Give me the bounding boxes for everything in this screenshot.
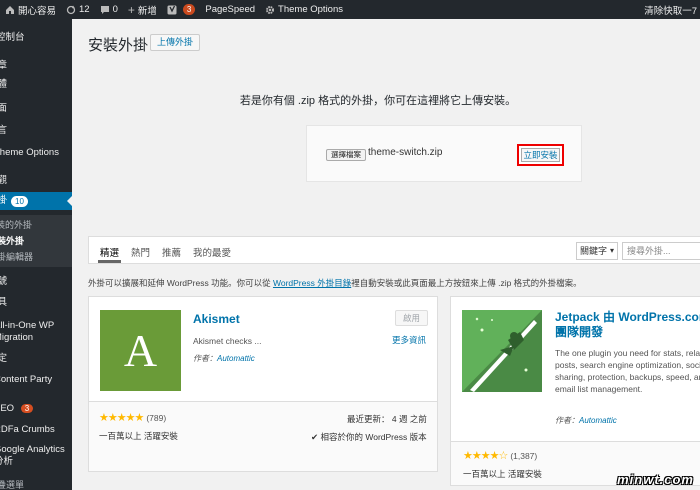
plugin-search-input[interactable]: 搜尋外掛... [622,242,700,260]
yoast-count-badge: 3 [182,4,196,15]
gear-icon [266,5,275,14]
yoast-seo-link[interactable]: 3 [162,0,200,19]
rating-stars: ★★★★☆ (1,387) [463,450,538,462]
new-content-link[interactable]: + 新增 [123,0,162,19]
sidebar-item-rdfa-crumbs[interactable]: RDFa Crumbs [0,424,66,436]
yoast-icon [167,5,177,14]
theme-options-link[interactable]: Theme Options [260,0,348,19]
selected-file-name: theme-switch.zip [368,147,443,158]
last-updated: 最近更新： 4 週 之前 [347,414,427,424]
pagespeed-link[interactable]: PageSpeed [200,0,260,19]
upload-form: 選擇檔案 theme-switch.zip 立即安裝 [306,125,582,182]
akismet-icon: A [100,310,181,391]
active-installs: 一百萬以上 活躍安裝 [99,431,178,441]
activate-button[interactable]: 啟用 [395,310,428,326]
plus-icon: + [127,2,135,17]
tab-featured[interactable]: 精選 [97,245,122,263]
plugin-name-link[interactable]: Jetpack 由 WordPress.com 團隊開發 [555,310,700,340]
plugins-notice: 外掛可以擴展和延伸 WordPress 功能。你可以從 WordPress 外掛… [88,278,582,288]
clear-cache-link[interactable]: 清除快取一7 [639,0,700,19]
sidebar-item-posts[interactable]: 文章 [0,60,60,72]
compatibility: ✔ 相容於你的 WordPress 版本 [311,432,427,442]
upload-description: 若是你有個 .zip 格式的外掛，你可在這裡將它上傳安裝。 [239,95,517,107]
tab-recommended[interactable]: 推薦 [162,245,181,259]
sidebar-item-media[interactable]: 媒體 [0,79,60,91]
rating-stars: ★★★★★ (789) [99,412,167,424]
sidebar-item-all-in-one-wp-migration[interactable]: All-in-One WP Migration [0,320,70,344]
plugin-author-link[interactable]: Automattic [579,416,617,425]
sidebar-item-tools[interactable]: 工具 [0,297,60,309]
sidebar-item-appearance[interactable]: 外觀 [0,175,60,187]
page-title: 安裝外掛 [88,37,149,54]
plugin-author-link[interactable]: Automattic [217,354,255,363]
sidebar-item-google-analytics[interactable]: Google Analytics 分析 [0,444,70,468]
more-details-link[interactable]: 更多資訊 [392,334,426,346]
comment-icon [100,5,109,14]
admin-bar: 開心容易 12 0 + 新增 3 PageSpeed Theme Options… [0,0,700,19]
refresh-icon [66,5,76,14]
active-installs: 一百萬以上 活躍安裝 [463,469,542,479]
jetpack-rocket-icon [462,310,542,392]
sidebar-item-collapse-menu[interactable]: 摺疊選單 [0,479,60,490]
sidebar-item-dashboard[interactable]: 控制台 [0,32,68,44]
site-name-link[interactable]: 開心容易 [0,0,61,19]
install-now-highlight: 立即安裝 [517,144,564,166]
plugin-card-jetpack: Jetpack 由 WordPress.com 團隊開發 The one plu… [450,296,700,486]
plugin-description: The one plugin you need for stats, relat… [555,348,700,394]
sidebar-item-settings[interactable]: 設定 [0,353,60,365]
sidebar-item-add-new-plugin[interactable]: 安裝外掛 [0,235,60,247]
install-now-button[interactable]: 立即安裝 [521,148,560,162]
home-icon [6,5,14,14]
plugin-directory-link[interactable]: WordPress 外掛目錄 [273,278,351,288]
comments-link[interactable]: 0 [95,0,123,19]
sidebar-item-plugins[interactable]: 外掛 10 [0,192,72,210]
sidebar-item-pages[interactable]: 頁面 [0,103,60,115]
sidebar-item-plugin-editor[interactable]: 外掛編輯器 [0,251,60,263]
upload-plugin-button[interactable]: 上傳外掛 [150,34,201,51]
plugin-author: 作者：Automattic [555,416,617,425]
plugins-count-badge: 10 [11,195,28,207]
tab-popular[interactable]: 熱門 [131,245,150,259]
seo-count-badge: 3 [20,404,34,413]
plugin-card-akismet: A Akismet Akismet checks ... 作者：Automatt… [88,296,438,472]
watermark: minwt.com [617,472,694,487]
sidebar-item-seo[interactable]: SEO 3 [0,403,66,415]
sidebar-item-users[interactable]: 帳號 [0,276,60,288]
sidebar-item-installed-plugins[interactable]: 已安裝的外掛 [0,219,50,231]
plugin-description: Akismet checks ... [193,336,262,346]
admin-sidebar: 控制台 文章 媒體 頁面 留言 Theme Options 外觀 外掛 10 已… [0,19,72,490]
choose-file-button[interactable]: 選擇檔案 [326,149,366,161]
updates-link[interactable]: 12 [61,0,95,19]
tab-favorites[interactable]: 我的最愛 [193,245,231,259]
plugin-filter-bar: 精選 熱門 推薦 我的最愛 關鍵字 搜尋外掛... [88,236,700,264]
sidebar-item-comments[interactable]: 留言 [0,125,60,137]
sidebar-item-content-party[interactable]: Content Party [0,374,66,386]
search-type-select[interactable]: 關鍵字 [576,242,618,260]
plugin-name-link[interactable]: Akismet [193,312,240,326]
plugin-card-footer: ★★★★★ (789) 一百萬以上 活躍安裝 最近更新： 4 週 之前 ✔ 相容於… [89,401,437,471]
plugin-author: 作者：Automattic [193,354,255,363]
sidebar-item-theme-options[interactable]: Theme Options [0,147,66,159]
